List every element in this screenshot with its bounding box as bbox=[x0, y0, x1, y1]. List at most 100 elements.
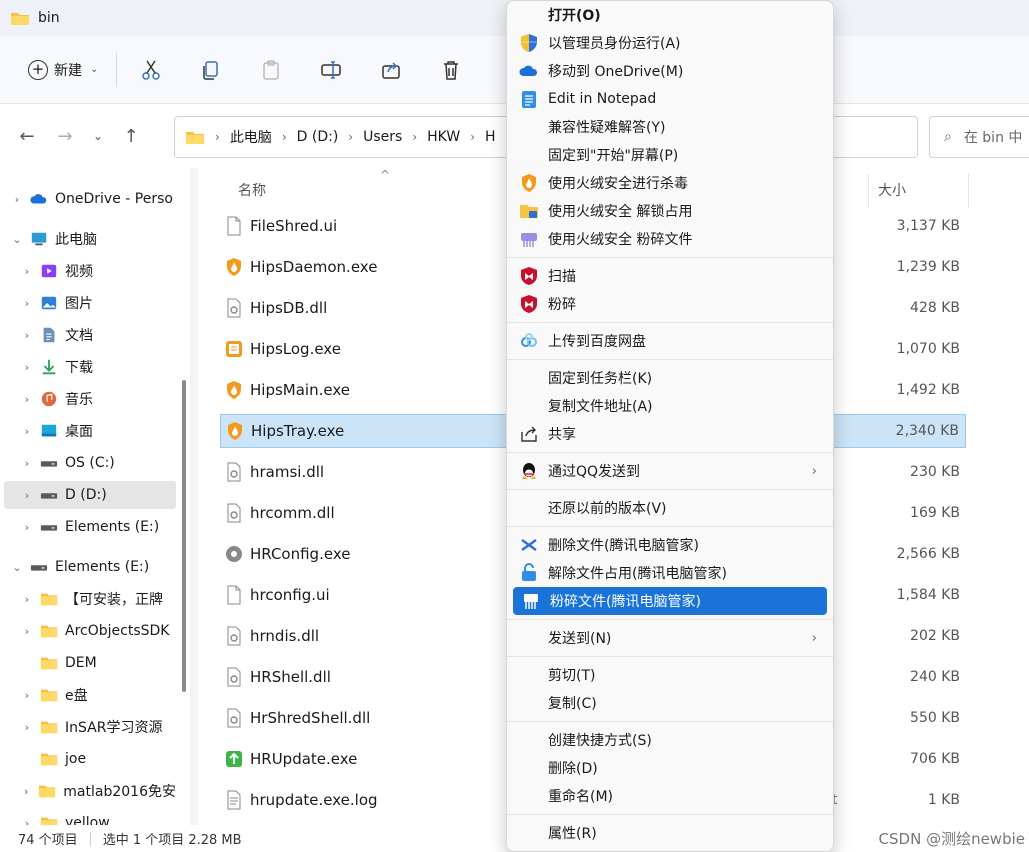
menu-item[interactable]: 移动到 OneDrive(M) bbox=[511, 57, 829, 85]
sidebar-item[interactable]: › InSAR学习资源 bbox=[0, 713, 176, 741]
menu-item[interactable]: 删除文件(腾讯电脑管家) bbox=[511, 531, 829, 559]
sidebar-item[interactable]: › 图片 bbox=[0, 289, 176, 317]
column-header-name[interactable]: 名称 bbox=[238, 180, 266, 200]
menu-item[interactable]: 删除(D) bbox=[511, 754, 829, 782]
delete-button[interactable] bbox=[431, 52, 471, 88]
paste-button[interactable] bbox=[251, 52, 291, 88]
menu-item[interactable]: 属性(R) bbox=[511, 819, 829, 847]
breadcrumb-item[interactable]: 此电脑 bbox=[230, 127, 272, 147]
menu-item[interactable]: 创建快捷方式(S) bbox=[511, 726, 829, 754]
sidebar-item[interactable]: › ArcObjectsSDK bbox=[0, 617, 176, 645]
sidebar-scrollbar[interactable] bbox=[182, 380, 186, 692]
sidebar-item[interactable]: ⌄ 此电脑 bbox=[0, 225, 176, 253]
chevron-right-icon[interactable]: › bbox=[20, 457, 34, 470]
sidebar-item[interactable]: › 桌面 bbox=[0, 417, 176, 445]
sidebar-item[interactable]: › D (D:) bbox=[4, 481, 176, 509]
sidebar-item-label: OS (C:) bbox=[65, 455, 115, 471]
copy-button[interactable] bbox=[191, 52, 231, 88]
menu-item[interactable]: 剪切(T) bbox=[511, 661, 829, 689]
search-box[interactable]: ⌕ 在 bin 中 bbox=[929, 116, 1029, 158]
sidebar-item[interactable]: ⌄ Elements (E:) bbox=[0, 553, 176, 581]
sidebar-item[interactable]: › OS (C:) bbox=[0, 449, 176, 477]
forward-button[interactable]: → bbox=[46, 118, 84, 154]
sidebar-item[interactable]: › Elements (E:) bbox=[0, 513, 176, 541]
huorong-shield-icon bbox=[224, 379, 244, 401]
sidebar-item[interactable]: › OneDrive - Perso bbox=[0, 185, 176, 213]
breadcrumb-item[interactable]: HKW bbox=[427, 129, 460, 145]
menu-item[interactable]: 发送到(N) › bbox=[511, 624, 829, 652]
file-name: hrconfig.ui bbox=[250, 586, 330, 604]
sidebar-item[interactable]: › 视频 bbox=[0, 257, 176, 285]
chevron-right-icon[interactable]: › bbox=[20, 785, 32, 798]
column-divider[interactable] bbox=[868, 174, 869, 208]
new-button[interactable]: + 新建 ⌄ bbox=[24, 52, 102, 88]
menu-item[interactable]: 通过QQ发送到 › bbox=[511, 457, 829, 485]
sidebar-item[interactable]: › 下载 bbox=[0, 353, 176, 381]
chevron-right-icon[interactable]: › bbox=[20, 329, 34, 342]
breadcrumb-item[interactable]: H bbox=[485, 129, 496, 145]
share-button[interactable] bbox=[371, 52, 411, 88]
menu-item-label: 删除文件(腾讯电脑管家) bbox=[548, 538, 699, 554]
menu-item[interactable]: 打开(O) bbox=[511, 1, 829, 29]
recent-locations-button[interactable]: ⌄ bbox=[84, 118, 112, 154]
chevron-right-icon[interactable]: › bbox=[20, 593, 34, 606]
chevron-right-icon[interactable]: › bbox=[20, 625, 34, 638]
chevron-right-icon[interactable]: › bbox=[20, 721, 34, 734]
pc-icon bbox=[30, 230, 48, 248]
breadcrumb-item[interactable]: D (D:) bbox=[297, 129, 339, 145]
menu-item[interactable]: 复制(C) bbox=[511, 689, 829, 717]
chevron-right-icon[interactable]: › bbox=[10, 193, 24, 206]
menu-item[interactable]: 解除文件占用(腾讯电脑管家) bbox=[511, 559, 829, 587]
watermark: CSDN @测绘newbie bbox=[878, 830, 1025, 848]
chevron-right-icon[interactable]: › bbox=[20, 297, 34, 310]
menu-item[interactable]: Edit in Notepad bbox=[511, 85, 829, 113]
menu-item-label: 扫描 bbox=[548, 269, 576, 285]
sidebar-item[interactable]: › matlab2016免安 bbox=[0, 777, 176, 805]
chevron-right-icon[interactable]: › bbox=[20, 689, 34, 702]
sidebar-item[interactable]: › 文档 bbox=[0, 321, 176, 349]
back-button[interactable]: ← bbox=[8, 118, 46, 154]
menu-item[interactable]: 扫描 bbox=[511, 262, 829, 290]
sidebar-item[interactable]: › 【可安装，正牌 bbox=[0, 585, 176, 613]
up-button[interactable]: ↑ bbox=[112, 118, 150, 154]
menu-item[interactable]: 共享 bbox=[511, 420, 829, 448]
folder-icon bbox=[40, 718, 58, 736]
menu-item[interactable]: 使用火绒安全 粉碎文件 bbox=[511, 225, 829, 253]
menu-item[interactable]: 复制文件地址(A) bbox=[511, 392, 829, 420]
sidebar-item[interactable]: › 音乐 bbox=[0, 385, 176, 413]
menu-item[interactable]: 粉碎 bbox=[511, 290, 829, 318]
chevron-right-icon[interactable]: › bbox=[20, 425, 34, 438]
chevron-right-icon: › bbox=[412, 130, 418, 144]
column-divider[interactable] bbox=[968, 174, 969, 208]
chevron-right-icon[interactable]: › bbox=[20, 521, 34, 534]
chevron-right-icon[interactable]: › bbox=[20, 361, 34, 374]
sidebar-item[interactable]: › e盘 bbox=[0, 681, 176, 709]
chevron-right-icon[interactable]: › bbox=[20, 817, 34, 826]
menu-item[interactable]: 使用火绒安全 解锁占用 bbox=[511, 197, 829, 225]
breadcrumb-item[interactable]: Users bbox=[363, 129, 402, 145]
menu-item[interactable]: 兼容性疑难解答(Y) bbox=[511, 113, 829, 141]
chevron-right-icon[interactable]: › bbox=[20, 393, 34, 406]
cut-button[interactable] bbox=[131, 52, 171, 88]
sidebar-item[interactable]: › yellow bbox=[0, 809, 176, 825]
column-header-size[interactable]: 大小 bbox=[878, 180, 906, 200]
chevron-right-icon[interactable]: › bbox=[20, 489, 34, 502]
menu-item[interactable]: 还原以前的版本(V) bbox=[511, 494, 829, 522]
chevron-down-icon[interactable]: ⌄ bbox=[10, 233, 24, 246]
menu-item[interactable]: 重命名(M) bbox=[511, 782, 829, 810]
sidebar-item-label: 视频 bbox=[65, 264, 93, 280]
notepad-icon bbox=[519, 89, 539, 109]
chevron-down-icon[interactable]: ⌄ bbox=[10, 561, 24, 574]
menu-item[interactable]: 使用火绒安全进行杀毒 bbox=[511, 169, 829, 197]
menu-item[interactable]: 固定到"开始"屏幕(P) bbox=[511, 141, 829, 169]
menu-item[interactable]: 固定到任务栏(K) bbox=[511, 364, 829, 392]
menu-item[interactable]: 上传到百度网盘 bbox=[511, 327, 829, 355]
menu-item-label: 共享 bbox=[548, 427, 576, 443]
chevron-right-icon[interactable]: › bbox=[20, 265, 34, 278]
menu-item[interactable]: 以管理员身份运行(A) bbox=[511, 29, 829, 57]
rename-button[interactable] bbox=[311, 52, 351, 88]
menu-item[interactable]: 粉碎文件(腾讯电脑管家) bbox=[513, 587, 827, 615]
sidebar-item[interactable]: joe bbox=[0, 745, 176, 773]
sidebar-item[interactable]: DEM bbox=[0, 649, 176, 677]
menu-separator bbox=[507, 257, 833, 258]
